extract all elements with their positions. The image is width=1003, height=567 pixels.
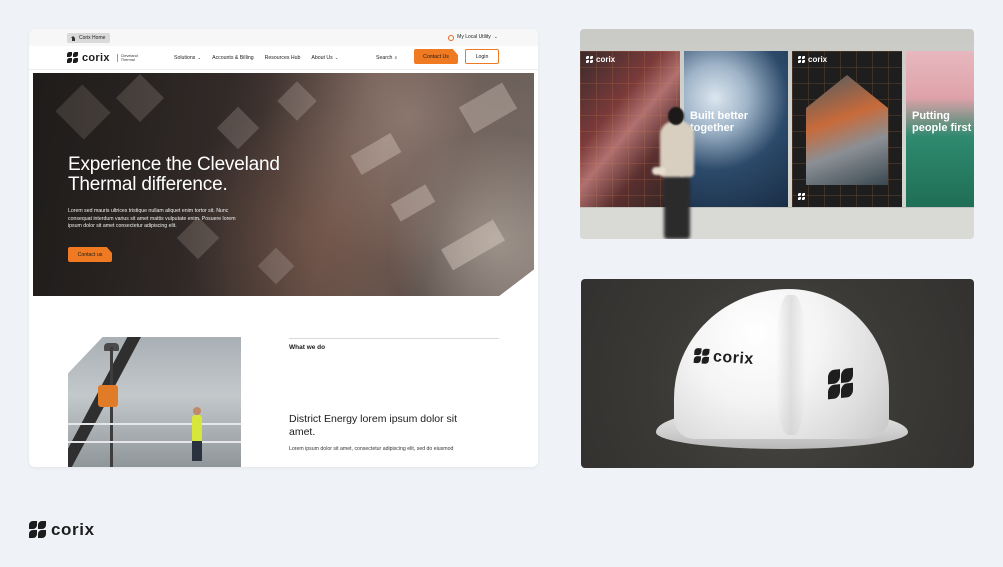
nav-item-about-us[interactable]: About Us ⌄ — [311, 55, 338, 61]
section-heading: District Energy lorem ipsum dolor sit am… — [289, 413, 458, 438]
logo-subbrand: Cleveland Thermal — [116, 53, 138, 63]
corix-logo: corix — [29, 520, 95, 540]
main-nav: corix Cleveland Thermal Solutions ⌄ Accoun… — [29, 46, 538, 70]
poster-4-heading: Putting people first — [912, 110, 972, 134]
hard-hat: corix — [656, 287, 911, 457]
section-label: What we do — [289, 344, 326, 351]
poster-4: Putting people first — [906, 51, 974, 207]
site-logo[interactable]: corix Cleveland Thermal — [67, 52, 138, 64]
logo-subbrand-line1: Cleveland — [120, 53, 138, 58]
corix-logo-word: corix — [51, 520, 95, 539]
search-icon: ⌕ — [394, 54, 398, 61]
poster-brand: corix — [798, 55, 827, 64]
website-mockup: Corix Home My Local Utility ⌄ corix Clev… — [29, 29, 538, 467]
contact-us-button[interactable]: Contact Us — [414, 49, 458, 64]
corix-logo-mark-icon — [29, 521, 47, 539]
corix-logo-mark-icon — [798, 193, 806, 201]
hard-hat-photo: corix — [581, 279, 974, 468]
corix-logo-mark-icon — [828, 367, 854, 401]
login-button[interactable]: Login — [465, 49, 499, 64]
nav-item-label: Solutions — [174, 55, 196, 61]
poster-wall-photo: corix Built better together corix Puttin… — [580, 29, 974, 239]
search-button[interactable]: Search ⌕ — [376, 46, 397, 70]
chevron-down-icon: ⌄ — [493, 34, 498, 40]
logo-word: corix — [82, 52, 110, 64]
utility-selector[interactable]: My Local Utility ⌄ — [448, 33, 498, 42]
nav-item-resources-hub[interactable]: Resources Hub — [265, 55, 301, 61]
hero-heading: Experience the Cleveland Thermal differe… — [68, 154, 280, 195]
corix-logo-mark-icon — [67, 52, 79, 64]
divider — [289, 338, 499, 339]
hat-logo-word: corix — [712, 348, 755, 369]
hero-contact-button[interactable]: Contact us — [68, 247, 112, 262]
hero-body: Lorem sed mauris ultrices tristique null… — [68, 208, 236, 230]
walking-person — [652, 107, 702, 239]
poster-3: corix — [792, 51, 902, 207]
home-icon — [71, 35, 76, 41]
corix-logo-mark-icon — [798, 55, 806, 64]
home-tab-label: Corix Home — [79, 35, 106, 41]
nav-item-label: Accounts & Billing — [212, 55, 254, 61]
worker-photo — [68, 337, 241, 467]
corix-logo-mark-icon — [586, 55, 594, 64]
utility-label: My Local Utility — [457, 34, 491, 40]
nav-links: Solutions ⌄ Accounts & Billing Resources … — [174, 46, 339, 70]
poster-brand-word: corix — [596, 55, 616, 64]
nav-item-solutions[interactable]: Solutions ⌄ — [174, 55, 201, 61]
poster-brand-word: corix — [808, 55, 828, 64]
nav-item-accounts-billing[interactable]: Accounts & Billing — [212, 55, 254, 61]
corix-logo-mark-icon — [693, 347, 711, 365]
location-icon — [448, 34, 455, 41]
nav-item-label: About Us — [311, 55, 333, 61]
chevron-down-icon: ⌄ — [197, 55, 202, 60]
hero-banner: Experience the Cleveland Thermal differe… — [33, 73, 534, 296]
section-body: Lorem ipsum dolor sit amet, consectetur … — [289, 446, 454, 452]
nav-item-label: Resources Hub — [264, 55, 301, 61]
chevron-down-icon: ⌄ — [334, 55, 339, 60]
search-label: Search — [376, 55, 393, 61]
utility-bar: Corix Home My Local Utility ⌄ — [29, 29, 538, 46]
home-tab[interactable]: Corix Home — [67, 33, 111, 43]
poster-brand: corix — [586, 55, 615, 64]
logo-subbrand-line2: Thermal — [120, 58, 135, 62]
